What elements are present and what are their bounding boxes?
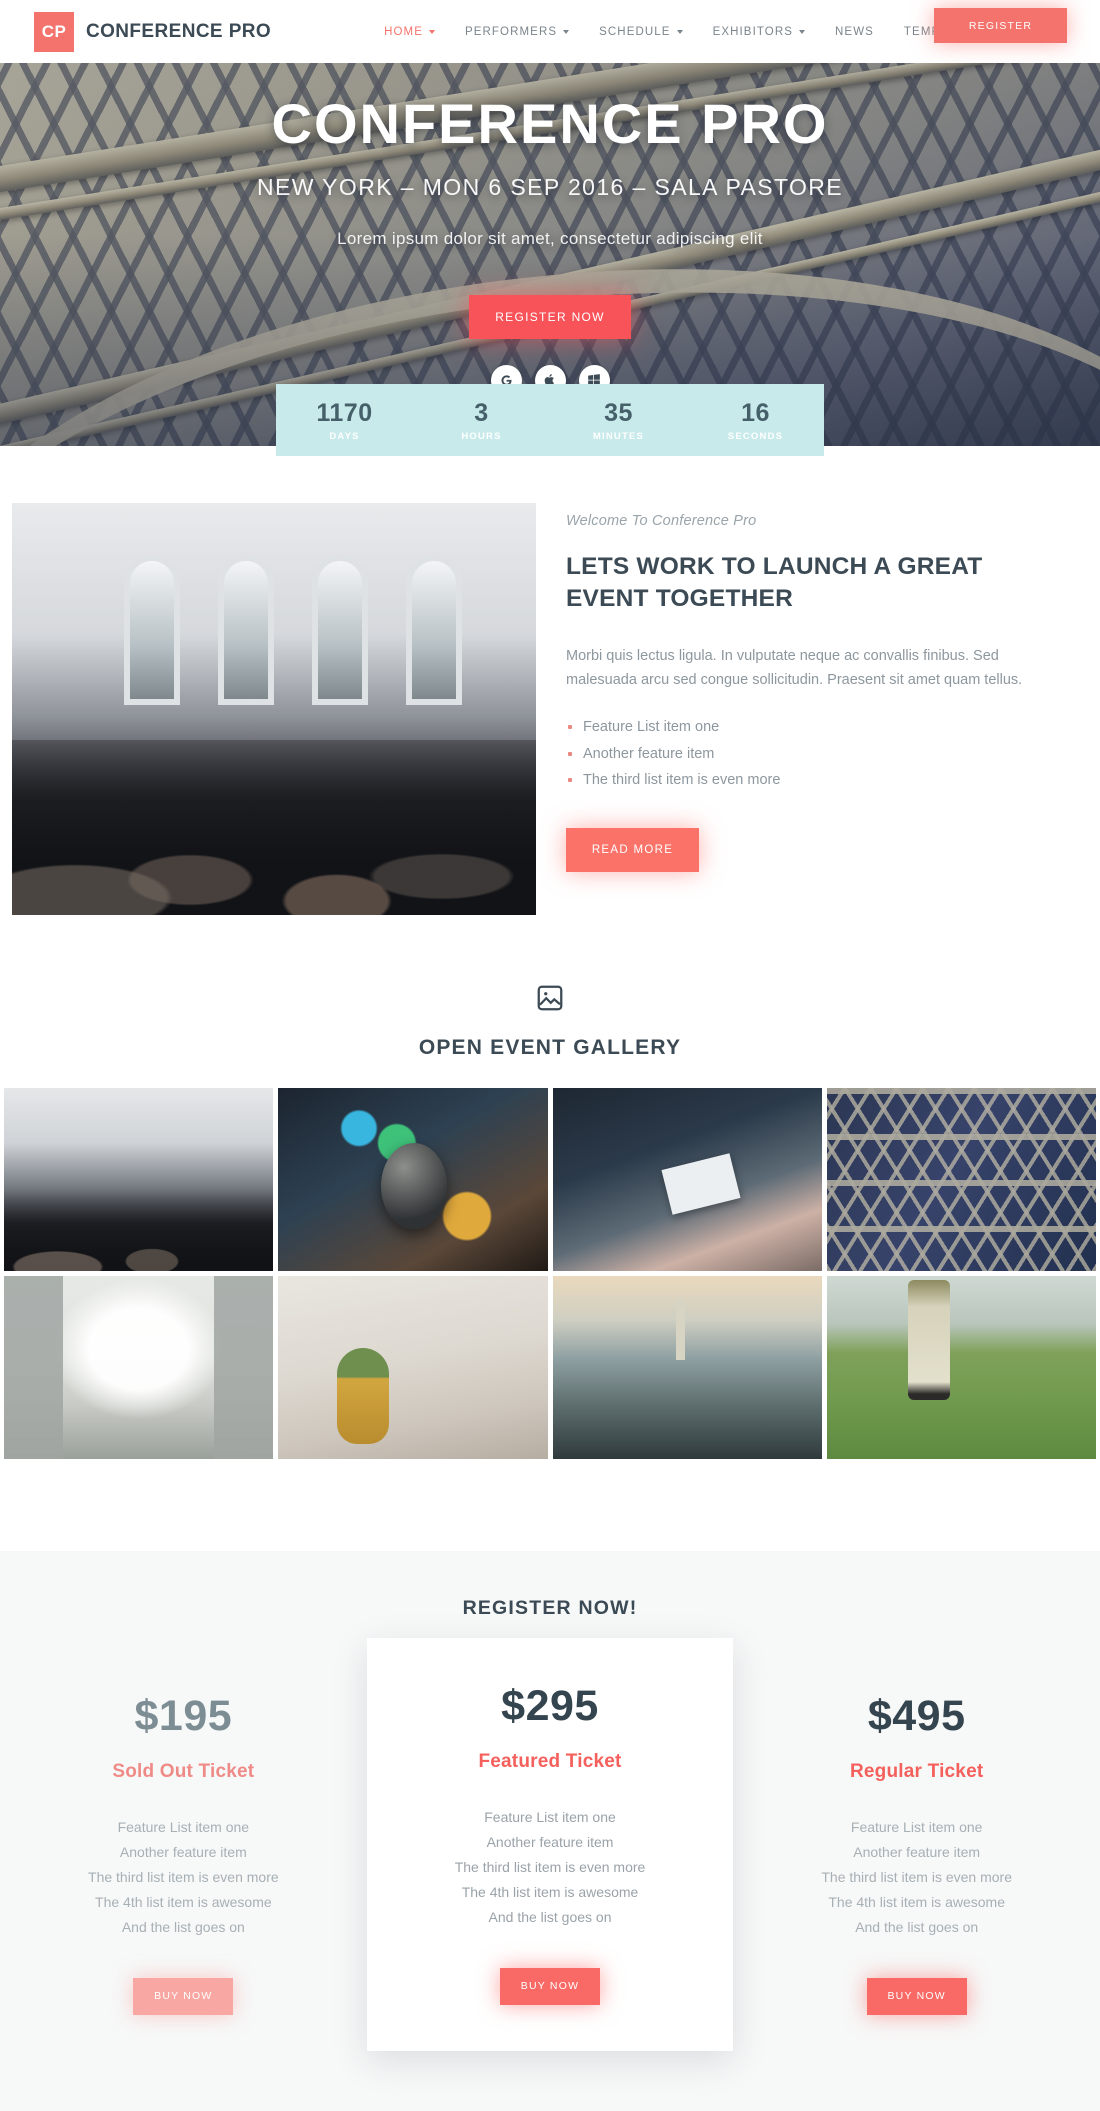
countdown-value: 3 (474, 398, 489, 427)
plan-feature-list: Feature List item one Another feature it… (18, 1815, 349, 1940)
countdown-label: HOURS (461, 430, 502, 442)
logo-mark: CP (34, 11, 74, 52)
countdown-value: 35 (604, 398, 633, 427)
about-image (12, 503, 536, 915)
gallery-tile-golfer[interactable] (826, 1276, 1096, 1459)
countdown-label: DAYS (329, 430, 360, 442)
pricing-plan-featured: $295 Featured Ticket Feature List item o… (366, 1638, 734, 2051)
nav-label: NEWS (835, 25, 874, 38)
countdown-days: 1170 DAYS (276, 399, 413, 442)
pricing-plans: $195 Sold Out Ticket Feature List item o… (0, 1638, 1100, 2051)
header-register-button[interactable]: REGISTER (934, 8, 1067, 43)
countdown-label: MINUTES (592, 430, 645, 442)
site-header: CP CONFERENCE PRO HOME PERFORMERS SCHEDU… (0, 0, 1100, 63)
list-item: Feature List item one (117, 1819, 250, 1835)
hero-register-now-button[interactable]: REGISTER NOW (469, 294, 631, 339)
nav-label: EXHIBITORS (712, 25, 794, 38)
gallery-tile-microphone[interactable] (278, 1088, 548, 1271)
list-item: And the list goes on (855, 1918, 979, 1935)
about-paragraph: Morbi quis lectus ligula. In vulputate n… (566, 647, 1023, 689)
gallery-tile-san-francisco[interactable] (552, 1276, 822, 1459)
nav-label: SCHEDULE (599, 25, 671, 38)
list-item: The 4th list item is awesome (95, 1893, 272, 1910)
list-item: The 4th list item is awesome (461, 1883, 639, 1900)
hall-window (124, 555, 180, 705)
buy-now-button[interactable]: BUY NOW (500, 1967, 600, 2005)
list-item: Another feature item (119, 1843, 247, 1860)
chevron-down-icon (563, 29, 570, 34)
countdown-label: SECONDS (727, 430, 784, 442)
nav-label: HOME (384, 25, 423, 38)
gallery-tile-eiffel-tower[interactable] (826, 1088, 1096, 1271)
brand-logo[interactable]: CP CONFERENCE PRO (34, 11, 272, 52)
buy-now-button[interactable]: BUY NOW (866, 1977, 967, 2015)
list-item: And the list goes on (121, 1918, 245, 1935)
gallery-title: OPEN EVENT GALLERY (418, 1036, 682, 1059)
gallery-grid (0, 1088, 1100, 1459)
pricing-plan-sold-out: $195 Sold Out Ticket Feature List item o… (0, 1660, 367, 2049)
image-icon (535, 983, 565, 1018)
plan-price: $295 (501, 1682, 599, 1730)
plan-name: Regular Ticket (849, 1761, 984, 1782)
list-item: The third list item is even more (88, 1868, 279, 1885)
hall-window (406, 555, 462, 705)
countdown-timer: 1170 DAYS 3 HOURS 35 MINUTES 16 SECONDS (276, 384, 824, 456)
list-item: Feature List item one (850, 1819, 983, 1835)
hall-crowd (12, 740, 536, 915)
hall-window (218, 555, 274, 705)
about-section: Welcome To Conference Pro LETS WORK TO L… (0, 446, 1100, 915)
nav-item-performers[interactable]: PERFORMERS (464, 25, 570, 38)
about-kicker: Welcome To Conference Pro (566, 513, 757, 529)
main-nav: HOME PERFORMERS SCHEDULE EXHIBITORS NEWS… (384, 26, 981, 38)
brand-name: CONFERENCE PRO (86, 20, 272, 42)
hero-description: Lorem ipsum dolor sit amet, consectetur … (337, 228, 763, 248)
chevron-down-icon (799, 29, 806, 34)
chevron-down-icon (428, 29, 435, 34)
list-item: Another feature item (566, 741, 1067, 767)
pricing-title: REGISTER NOW! (462, 1597, 638, 1619)
hero-subtitle: NEW YORK – MON 6 SEP 2016 – SALA PASTORE (256, 173, 844, 200)
hall-window (312, 555, 368, 705)
plan-price: $195 (134, 1692, 233, 1740)
list-item: Another feature item (486, 1833, 614, 1850)
buy-now-button[interactable]: BUY NOW (133, 1977, 234, 2015)
list-item: The third list item is even more (454, 1858, 646, 1875)
countdown-minutes: 35 MINUTES (550, 399, 687, 442)
plan-feature-list: Feature List item one Another feature it… (751, 1815, 1082, 1940)
list-item: Feature List item one (566, 714, 1067, 740)
plan-price: $495 (867, 1692, 966, 1740)
gallery-tile-pineapple[interactable] (278, 1276, 548, 1459)
about-heading: LETS WORK TO LAUNCH A GREAT EVENT TOGETH… (566, 553, 983, 613)
list-item: Another feature item (853, 1843, 981, 1860)
list-item: And the list goes on (488, 1908, 612, 1925)
pricing-section: REGISTER NOW! $195 Sold Out Ticket Featu… (0, 1551, 1100, 2111)
about-feature-list: Feature List item one Another feature it… (566, 714, 1067, 793)
plan-name: Sold Out Ticket (112, 1761, 255, 1782)
countdown-value: 1170 (316, 398, 373, 427)
nav-item-home[interactable]: HOME (384, 26, 435, 38)
nav-item-exhibitors[interactable]: EXHIBITORS (712, 25, 806, 38)
nav-item-news[interactable]: NEWS (835, 26, 874, 38)
nav-item-schedule[interactable]: SCHEDULE (599, 25, 683, 38)
countdown-seconds: 16 SECONDS (687, 399, 824, 442)
list-item: The third list item is even more (566, 767, 1067, 793)
gallery-tile-taking-notes[interactable] (552, 1088, 822, 1271)
read-more-button[interactable]: READ MORE (566, 827, 699, 872)
plan-feature-list: Feature List item one Another feature it… (385, 1805, 716, 1930)
pricing-plan-regular: $495 Regular Ticket Feature List item on… (733, 1660, 1100, 2049)
chevron-down-icon (676, 29, 683, 34)
countdown-hours: 3 HOURS (413, 399, 550, 442)
list-item: The 4th list item is awesome (828, 1893, 1005, 1910)
gallery-header: OPEN EVENT GALLERY (0, 983, 1100, 1060)
gallery-tile-conference-hall[interactable] (4, 1088, 274, 1271)
gallery-tile-city-street[interactable] (4, 1276, 274, 1459)
plan-name: Featured Ticket (478, 1751, 622, 1772)
nav-label: PERFORMERS (464, 25, 558, 38)
countdown-value: 16 (741, 398, 770, 427)
list-item: The third list item is even more (821, 1868, 1012, 1885)
hero-title: CONFERENCE PRO (271, 92, 829, 155)
list-item: Feature List item one (484, 1809, 616, 1825)
